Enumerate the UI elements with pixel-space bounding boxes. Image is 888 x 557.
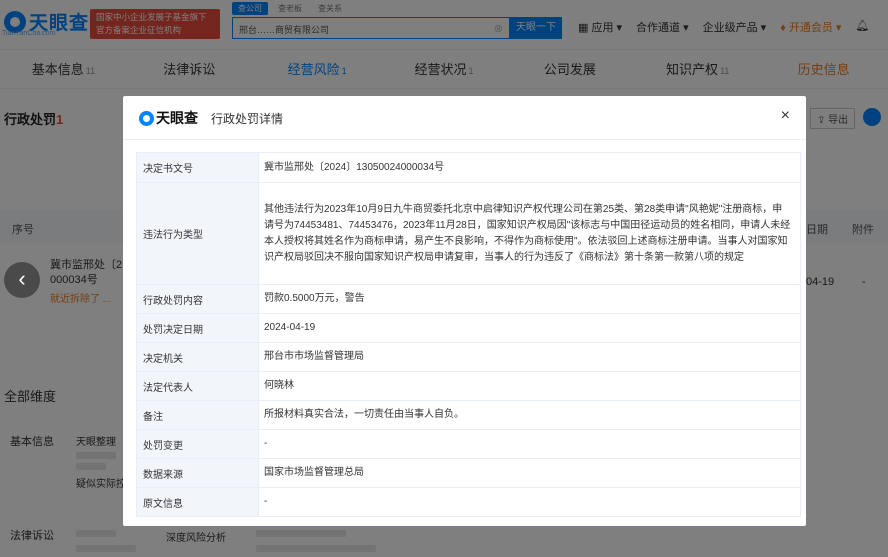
- row-value: 2024-04-19: [258, 313, 801, 343]
- row-value: 冀市监邢处〔2024〕13050024000034号: [258, 152, 801, 183]
- row-label: 数据来源: [136, 458, 259, 488]
- penalty-detail-table: 决定书文号 冀市监邢处〔2024〕13050024000034号 违法行为类型 …: [136, 152, 801, 517]
- table-row: 备注 所报材料真实合法，一切责任由当事人自负。: [136, 400, 801, 430]
- table-row: 决定书文号 冀市监邢处〔2024〕13050024000034号: [136, 152, 801, 183]
- chevron-left-icon: ‹: [18, 266, 26, 291]
- row-label: 处罚变更: [136, 429, 259, 459]
- row-value: 国家市场监督管理总局: [258, 458, 801, 488]
- row-value: 何晓林: [258, 371, 801, 401]
- table-row: 处罚变更 -: [136, 429, 801, 459]
- row-value: -: [258, 487, 801, 517]
- row-value: 罚款0.5000万元，警告: [258, 284, 801, 314]
- modal-logo: 天眼查: [139, 108, 198, 128]
- row-label: 原文信息: [136, 487, 259, 517]
- modal-header: 天眼查 行政处罚详情 ×: [123, 96, 806, 140]
- row-value: -: [258, 429, 801, 459]
- table-row: 原文信息 -: [136, 487, 801, 517]
- table-row: 行政处罚内容 罚款0.5000万元，警告: [136, 284, 801, 314]
- row-label: 行政处罚内容: [136, 284, 259, 314]
- row-value: 其他违法行为2023年10月9日九牛商贸委托北京中启律知识产权代理公司在第25类…: [258, 182, 801, 285]
- row-label: 处罚决定日期: [136, 313, 259, 343]
- row-label: 决定书文号: [136, 152, 259, 183]
- table-row: 法定代表人 何晓林: [136, 371, 801, 401]
- table-row: 决定机关 邢台市市场监督管理局: [136, 342, 801, 372]
- row-label: 备注: [136, 400, 259, 430]
- carousel-prev-button[interactable]: ‹: [4, 262, 40, 298]
- row-label: 违法行为类型: [136, 182, 259, 285]
- table-row: 处罚决定日期 2024-04-19: [136, 313, 801, 343]
- modal-logo-text: 天眼查: [156, 110, 198, 126]
- logo-mark-icon: [139, 110, 154, 126]
- penalty-detail-modal: 天眼查 行政处罚详情 × 决定书文号 冀市监邢处〔2024〕1305002400…: [123, 96, 806, 526]
- row-label: 法定代表人: [136, 371, 259, 401]
- row-value: 所报材料真实合法，一切责任由当事人自负。: [258, 400, 801, 430]
- row-label: 决定机关: [136, 342, 259, 372]
- table-row: 数据来源 国家市场监督管理总局: [136, 458, 801, 488]
- table-row: 违法行为类型 其他违法行为2023年10月9日九牛商贸委托北京中启律知识产权代理…: [136, 182, 801, 285]
- close-icon[interactable]: ×: [781, 107, 790, 125]
- row-value: 邢台市市场监督管理局: [258, 342, 801, 372]
- modal-title: 行政处罚详情: [211, 112, 284, 126]
